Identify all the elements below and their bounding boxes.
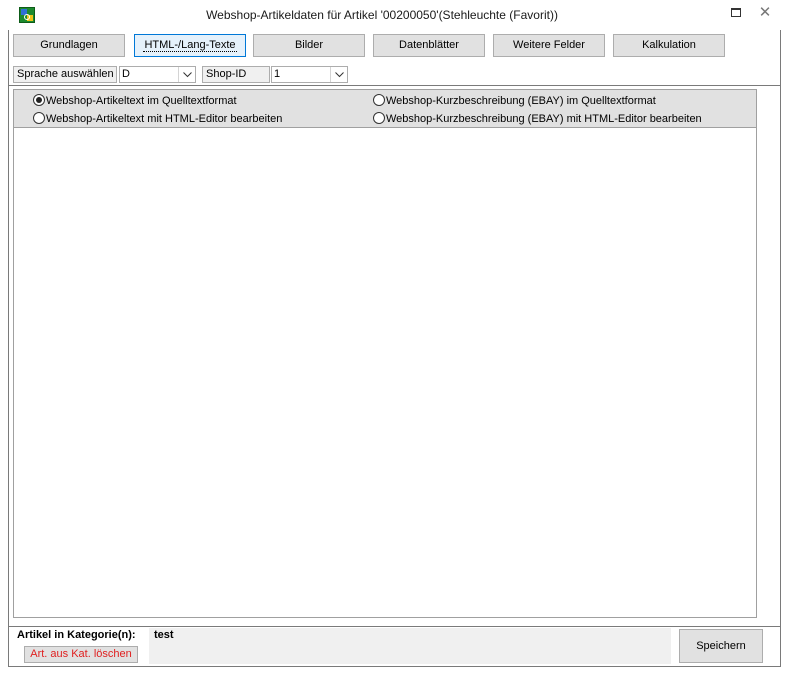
radio-label: Webshop-Kurzbeschreibung (EBAY) mit HTML… — [386, 113, 702, 125]
language-select[interactable]: D — [119, 66, 196, 83]
text-editor-area[interactable] — [13, 128, 757, 618]
bottom-panel: Artikel in Kategorie(n): test Art. aus K… — [8, 626, 781, 667]
shop-id-select[interactable]: 1 — [271, 66, 348, 83]
remove-from-category-button[interactable]: Art. aus Kat. löschen — [24, 646, 138, 663]
radio-artikeltext-quelltext[interactable]: Webshop-Artikeltext im Quelltextformat — [33, 94, 237, 108]
title-bar: Webshop-Artikeldaten für Artikel '002000… — [0, 0, 789, 30]
tab-label: Weitere Felder — [513, 39, 585, 51]
tab-kalkulation[interactable]: Kalkulation — [613, 34, 725, 57]
shop-id-value: 1 — [274, 68, 281, 80]
radio-unchecked-icon[interactable] — [33, 112, 45, 125]
tab-datenblaetter[interactable]: Datenblätter — [373, 34, 485, 57]
maximize-icon[interactable] — [726, 4, 748, 22]
language-value: D — [122, 68, 130, 80]
close-icon[interactable]: ✕ — [754, 4, 776, 22]
tab-label: Bilder — [294, 39, 324, 51]
radio-unchecked-icon[interactable] — [373, 94, 385, 107]
window-title: Webshop-Artikeldaten für Artikel '002000… — [206, 8, 558, 22]
category-value: test — [154, 629, 174, 641]
radio-label: Webshop-Artikeltext mit HTML-Editor bear… — [46, 113, 283, 125]
tab-weitere-felder[interactable]: Weitere Felder — [493, 34, 605, 57]
save-button[interactable]: Speichern — [679, 629, 763, 663]
radio-artikeltext-html-editor[interactable]: Webshop-Artikeltext mit HTML-Editor bear… — [33, 112, 282, 126]
category-label: Artikel in Kategorie(n): — [17, 629, 136, 641]
tab-html-lang-texte[interactable]: HTML-/Lang-Texte — [134, 34, 246, 57]
editor-frame: Webshop-Artikeltext im Quelltextformat W… — [8, 86, 781, 626]
radio-checked-icon[interactable] — [33, 94, 45, 107]
shop-id-label: Shop-ID — [202, 66, 270, 83]
language-label: Sprache auswählen — [13, 66, 117, 83]
tab-label: Kalkulation — [642, 39, 696, 51]
tab-label: HTML-/Lang-Texte — [143, 39, 237, 52]
chevron-down-icon[interactable] — [330, 67, 347, 82]
webshop-article-window: Webshop-Artikeldaten für Artikel '002000… — [0, 0, 789, 674]
radio-kurzbeschreibung-html-editor[interactable]: Webshop-Kurzbeschreibung (EBAY) mit HTML… — [373, 112, 702, 126]
tab-grundlagen[interactable]: Grundlagen — [13, 34, 125, 57]
tab-label: Datenblätter — [399, 39, 459, 51]
chevron-down-icon[interactable] — [178, 67, 195, 82]
category-box — [149, 628, 671, 664]
tab-label: Grundlagen — [40, 39, 98, 51]
radio-kurzbeschreibung-quelltext[interactable]: Webshop-Kurzbeschreibung (EBAY) im Quell… — [373, 94, 656, 108]
radio-label: Webshop-Kurzbeschreibung (EBAY) im Quell… — [386, 95, 656, 107]
radio-unchecked-icon[interactable] — [373, 112, 385, 125]
tab-bilder[interactable]: Bilder — [253, 34, 365, 57]
top-panel: Grundlagen HTML-/Lang-Texte Bilder Daten… — [8, 30, 781, 86]
text-mode-radio-group: Webshop-Artikeltext im Quelltextformat W… — [13, 89, 757, 128]
radio-label: Webshop-Artikeltext im Quelltextformat — [46, 95, 237, 107]
